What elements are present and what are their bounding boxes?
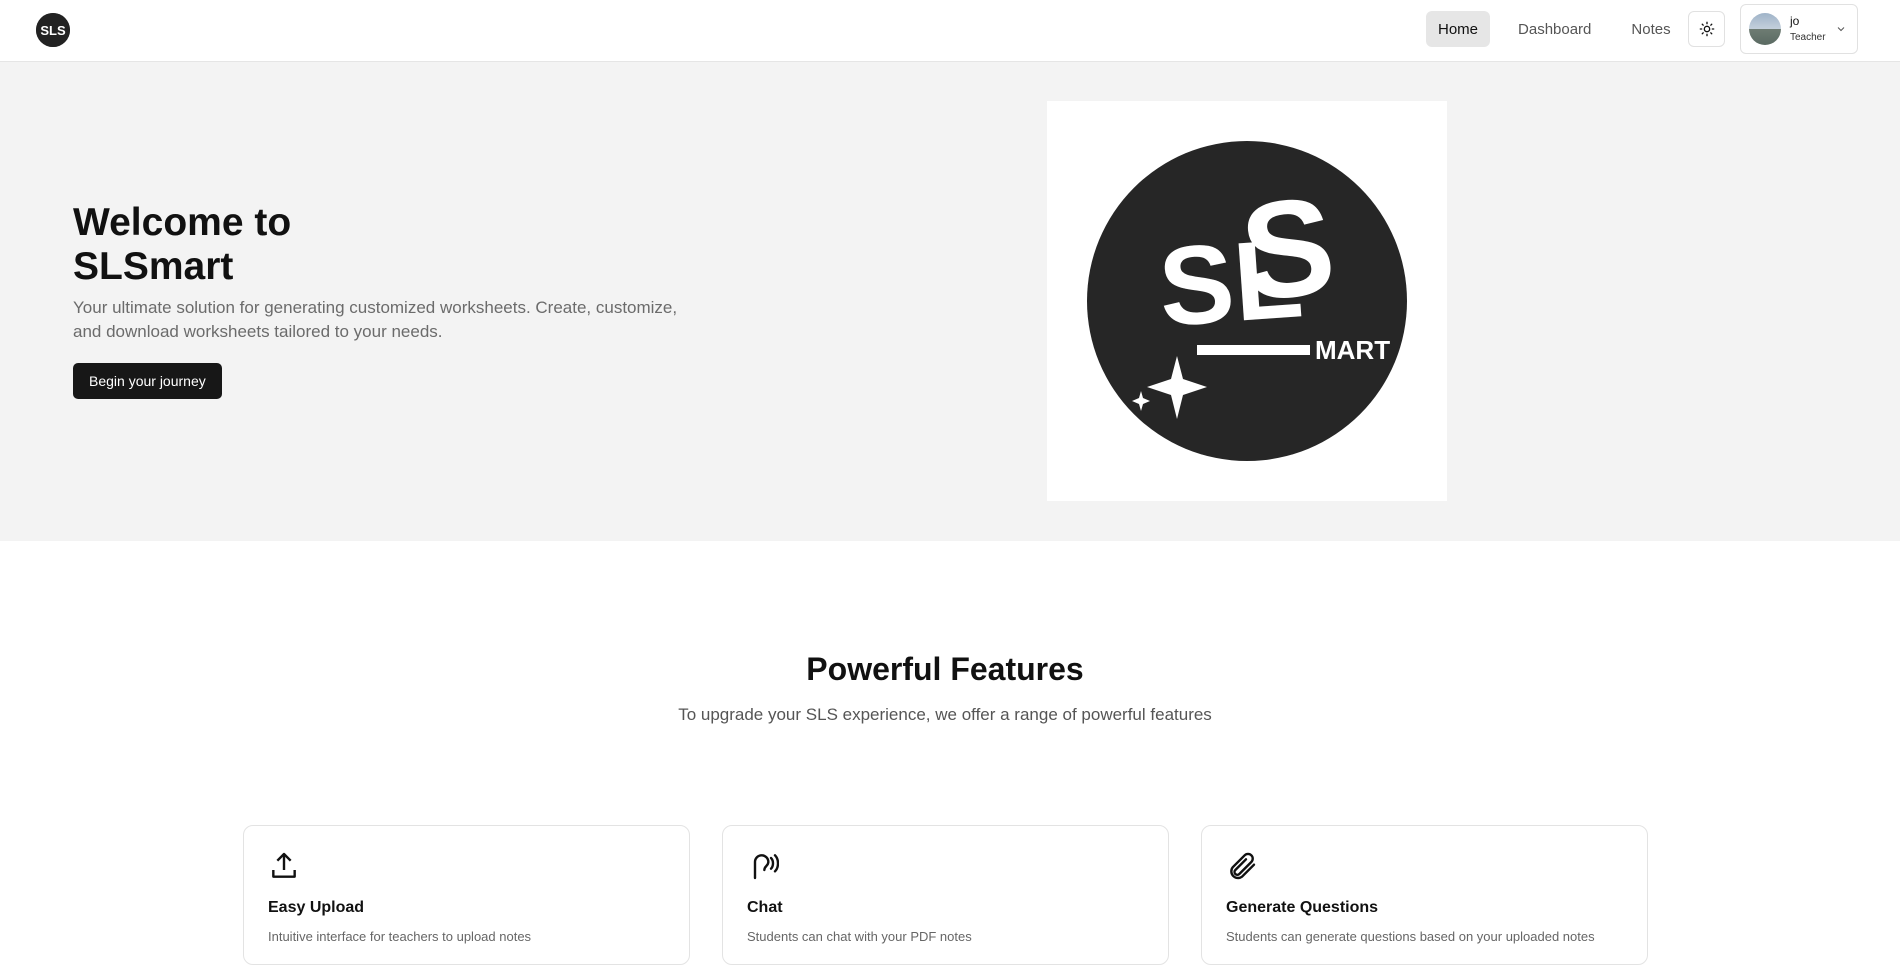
feature-card-title: Chat bbox=[747, 899, 783, 916]
sun-icon bbox=[1699, 21, 1714, 37]
svg-text:SLS: SLS bbox=[40, 23, 66, 38]
paperclip-icon bbox=[1230, 852, 1256, 880]
user-role: Teacher bbox=[1790, 31, 1826, 43]
chat-audio-icon bbox=[753, 854, 780, 880]
chevron-down-icon bbox=[1837, 27, 1845, 32]
feature-card-desc: Students can generate questions based on… bbox=[1226, 929, 1595, 944]
features-title: Powerful Features bbox=[806, 651, 1084, 687]
user-menu-button[interactable]: jo Teacher bbox=[1740, 4, 1858, 54]
upload-icon bbox=[272, 852, 296, 878]
hero-title: Welcome to SLSmart bbox=[73, 201, 473, 289]
hero-title-line2: SLSmart bbox=[73, 245, 234, 288]
hero-subtitle: Your ultimate solution for generating cu… bbox=[73, 298, 678, 341]
feature-card-desc: Intuitive interface for teachers to uplo… bbox=[268, 929, 532, 944]
feature-card-title: Easy Upload bbox=[268, 899, 365, 916]
hero-section: Welcome to SLSmart Your ultimate solutio… bbox=[0, 62, 1900, 541]
svg-text:S: S bbox=[1234, 168, 1342, 331]
nav-notes[interactable]: Notes bbox=[1619, 11, 1682, 47]
features-subtitle: To upgrade your SLS experience, we offer… bbox=[678, 705, 1212, 724]
theme-toggle-button[interactable] bbox=[1688, 11, 1725, 47]
feature-card-chat: Chat Students can chat with your PDF not… bbox=[722, 825, 1169, 965]
user-name: jo bbox=[1790, 14, 1800, 29]
hero-title-line1: Welcome to bbox=[73, 201, 292, 244]
nav-dashboard[interactable]: Dashboard bbox=[1506, 11, 1603, 47]
feature-card-generate-questions: Generate Questions Students can generate… bbox=[1201, 825, 1648, 965]
sls-logo-small[interactable]: SLS bbox=[36, 13, 70, 47]
top-nav-bar: SLS Home Dashboard Notes jo Teacher bbox=[0, 0, 1900, 62]
nav-home[interactable]: Home bbox=[1426, 11, 1491, 47]
avatar bbox=[1749, 13, 1781, 45]
begin-journey-button[interactable]: Begin your journey bbox=[73, 363, 222, 399]
logo-mart-text: MART bbox=[1315, 335, 1390, 365]
slsmart-logo: SL S MART bbox=[1087, 141, 1407, 461]
feature-card-desc: Students can chat with your PDF notes bbox=[747, 929, 972, 944]
sls-logo-small-icon: SLS bbox=[36, 13, 70, 47]
feature-card-easy-upload: Easy Upload Intuitive interface for teac… bbox=[243, 825, 690, 965]
hero-logo-image: SL S MART bbox=[1047, 101, 1447, 501]
main-nav: Home Dashboard Notes bbox=[1426, 11, 1699, 47]
feature-card-title: Generate Questions bbox=[1226, 899, 1379, 916]
